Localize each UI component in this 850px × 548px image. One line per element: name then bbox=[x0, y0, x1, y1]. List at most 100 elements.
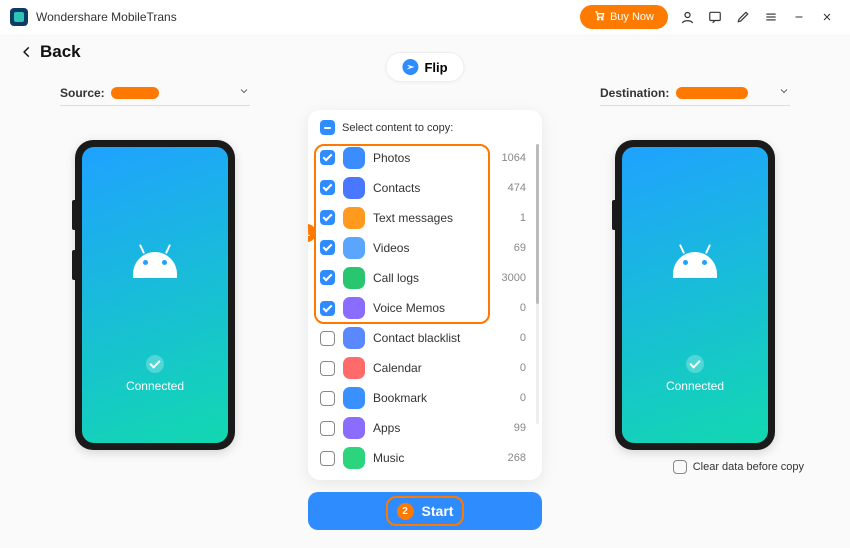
title-bar: Wondershare MobileTrans Buy Now bbox=[0, 0, 850, 34]
content-item[interactable]: Videos 69 bbox=[320, 233, 538, 262]
content-item[interactable]: Music 268 bbox=[320, 444, 538, 473]
item-icon bbox=[343, 207, 365, 229]
content-item[interactable]: Contact blacklist 0 bbox=[320, 324, 538, 353]
item-icon bbox=[343, 327, 365, 349]
source-phone: Connected bbox=[75, 140, 235, 450]
account-icon[interactable] bbox=[674, 4, 700, 30]
item-name: Bookmark bbox=[373, 391, 512, 405]
back-button[interactable]: Back bbox=[20, 42, 81, 62]
destination-status: Connected bbox=[622, 355, 768, 393]
content-item[interactable]: Bookmark 0 bbox=[320, 384, 538, 413]
content-item[interactable]: Apps 99 bbox=[320, 414, 538, 443]
item-icon bbox=[343, 357, 365, 379]
item-checkbox[interactable] bbox=[320, 180, 335, 195]
buy-now-button[interactable]: Buy Now bbox=[580, 5, 668, 29]
source-panel: Source: Connected bbox=[40, 84, 270, 538]
chevron-down-icon[interactable] bbox=[778, 84, 790, 102]
source-selector[interactable]: Source: bbox=[60, 84, 250, 106]
item-count: 69 bbox=[514, 242, 526, 254]
item-count: 99 bbox=[514, 422, 526, 434]
content-item[interactable]: Calendar 0 bbox=[320, 354, 538, 383]
start-label: Start bbox=[422, 503, 454, 519]
item-count: 474 bbox=[508, 182, 526, 194]
item-icon bbox=[343, 387, 365, 409]
item-checkbox[interactable] bbox=[320, 361, 335, 376]
item-name: Calendar bbox=[373, 361, 512, 375]
item-count: 0 bbox=[520, 362, 526, 374]
source-device-name bbox=[111, 87, 159, 99]
scrollbar[interactable] bbox=[536, 144, 539, 424]
checkbox-icon bbox=[673, 460, 687, 474]
cart-icon bbox=[594, 10, 605, 24]
content-item[interactable]: Call logs 3000 bbox=[320, 263, 538, 292]
destination-prefix: Destination: bbox=[600, 86, 669, 100]
destination-panel: Destination: Connected Clear data before… bbox=[580, 84, 810, 538]
app-title: Wondershare MobileTrans bbox=[36, 10, 177, 24]
item-checkbox[interactable] bbox=[320, 210, 335, 225]
content-panel: Select content to copy: Photos1064Contac… bbox=[308, 110, 542, 480]
item-icon bbox=[343, 147, 365, 169]
item-count: 0 bbox=[520, 302, 526, 314]
android-icon bbox=[673, 252, 717, 278]
back-label: Back bbox=[40, 42, 81, 62]
item-checkbox[interactable] bbox=[320, 331, 335, 346]
annotation-badge-1: 1 bbox=[308, 224, 316, 242]
item-icon bbox=[343, 417, 365, 439]
item-name: Music bbox=[373, 451, 500, 465]
destination-phone: Connected bbox=[615, 140, 775, 450]
item-checkbox[interactable] bbox=[320, 150, 335, 165]
clear-data-label: Clear data before copy bbox=[693, 461, 804, 473]
clear-data-checkbox[interactable]: Clear data before copy bbox=[673, 460, 804, 474]
check-icon bbox=[686, 355, 704, 373]
flip-label: Flip bbox=[424, 60, 447, 75]
android-icon bbox=[133, 252, 177, 278]
start-button[interactable]: 2 Start bbox=[308, 492, 542, 530]
buy-now-label: Buy Now bbox=[610, 11, 654, 23]
source-status: Connected bbox=[82, 355, 228, 393]
minimize-icon[interactable] bbox=[786, 4, 812, 30]
item-icon bbox=[343, 297, 365, 319]
destination-device-name bbox=[676, 87, 748, 99]
item-name: Apps bbox=[373, 421, 506, 435]
item-name: Videos bbox=[373, 241, 506, 255]
item-name: Call logs bbox=[373, 271, 494, 285]
item-count: 3000 bbox=[502, 272, 526, 284]
content-item[interactable]: Text messages1 bbox=[320, 203, 538, 232]
item-count: 268 bbox=[508, 452, 526, 464]
item-checkbox[interactable] bbox=[320, 391, 335, 406]
item-checkbox[interactable] bbox=[320, 301, 335, 316]
item-icon bbox=[343, 237, 365, 259]
item-name: Contact blacklist bbox=[373, 331, 512, 345]
chevron-down-icon[interactable] bbox=[238, 84, 250, 102]
item-checkbox[interactable] bbox=[320, 240, 335, 255]
check-icon bbox=[146, 355, 164, 373]
app-logo bbox=[10, 8, 28, 26]
content-item[interactable]: Contacts 474 bbox=[320, 173, 538, 202]
item-count: 0 bbox=[520, 332, 526, 344]
item-count: 1064 bbox=[502, 152, 526, 164]
content-item[interactable]: Photos1064 bbox=[320, 143, 538, 172]
item-checkbox[interactable] bbox=[320, 270, 335, 285]
item-name: Voice Memos bbox=[373, 301, 512, 315]
edit-icon[interactable] bbox=[730, 4, 756, 30]
item-name: Text messages bbox=[373, 211, 512, 225]
select-all-checkbox[interactable] bbox=[320, 120, 335, 135]
item-checkbox[interactable] bbox=[320, 451, 335, 466]
annotation-badge-2: 2 bbox=[397, 503, 414, 520]
item-count: 0 bbox=[520, 392, 526, 404]
flip-button[interactable]: Flip bbox=[385, 52, 464, 82]
item-name: Contacts bbox=[373, 181, 500, 195]
item-icon bbox=[343, 267, 365, 289]
source-prefix: Source: bbox=[60, 86, 105, 100]
item-icon bbox=[343, 177, 365, 199]
flip-icon bbox=[402, 59, 418, 75]
item-icon bbox=[343, 447, 365, 469]
feedback-icon[interactable] bbox=[702, 4, 728, 30]
panel-title: Select content to copy: bbox=[342, 122, 453, 134]
content-list: Photos1064Contacts474Text messages1Video… bbox=[320, 143, 538, 473]
menu-icon[interactable] bbox=[758, 4, 784, 30]
item-checkbox[interactable] bbox=[320, 421, 335, 436]
close-icon[interactable] bbox=[814, 4, 840, 30]
destination-selector[interactable]: Destination: bbox=[600, 84, 790, 106]
content-item[interactable]: Voice Memos 0 bbox=[320, 293, 538, 322]
